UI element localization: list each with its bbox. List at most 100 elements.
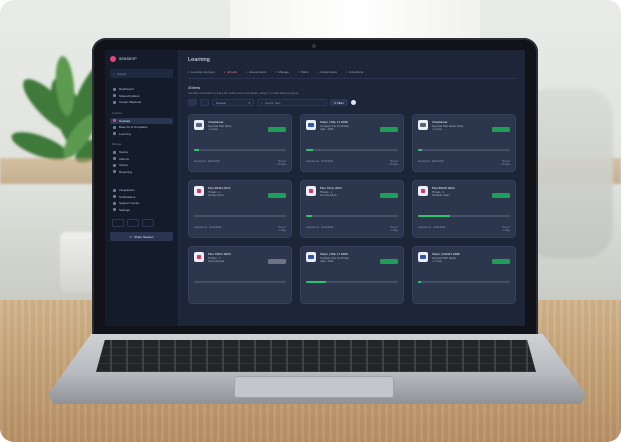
card-footer: Created by · 20/11/2023 Time in 1.5 days [418, 160, 510, 166]
card-footer-left: Created by · 20/11/2023 [194, 160, 220, 163]
main-panel: Learning ▪ Learning Journeys ▪ All Labs ▪ Ass… [179, 50, 525, 326]
sidebar-item-label: Settings [119, 207, 130, 212]
status-badge [492, 259, 510, 264]
team-icon [113, 150, 116, 154]
sidebar-groups: Dashboard Shared Folders Create Playbook Ac… [110, 86, 173, 175]
webcam [312, 44, 316, 48]
lab-search-placeholder: Search labs [264, 100, 281, 105]
sidebar-search[interactable]: ⌕ Search [110, 69, 173, 78]
lab-card[interactable]: Plus 89105 2023 Threats · 1 Hardware Team L… [412, 180, 516, 238]
search-icon: ⌕ [113, 71, 115, 76]
tool-doc-icon[interactable] [127, 219, 139, 227]
tab-assessments[interactable]: ▪ Assessments [246, 70, 266, 74]
progress-bar [194, 149, 286, 151]
lab-card[interactable]: Plus 79mn 2024 Threats · 1 Security Admin L… [300, 180, 404, 238]
card-title: Plus 79101 2023 [208, 252, 231, 256]
kit-icon [113, 125, 116, 129]
photo-scene: SENSEOP ⌕ Search Dashboard Shared Folders… [0, 0, 621, 442]
progress-bar [306, 149, 398, 151]
lab-card[interactable]: Plus 79101 2023 Threats · 1 Setup planned [188, 246, 292, 304]
progress-bar [194, 215, 286, 217]
status-badge [268, 127, 286, 132]
filter-button[interactable]: ≡ Filter [330, 99, 348, 106]
list-view-button[interactable] [200, 99, 209, 106]
card-title: Plus 79mn 2024 [320, 186, 342, 190]
item-count: 30 items [188, 86, 201, 90]
graduation-icon [113, 132, 116, 136]
lab-icon [306, 186, 316, 196]
home-icon [113, 87, 116, 91]
progress-bar [418, 215, 510, 217]
tab-label: Collections [348, 70, 364, 74]
card-title: Cheatsheet [432, 120, 448, 124]
share-session-button[interactable]: ▭ Share Session [110, 232, 173, 241]
tab-all-labs[interactable]: ▪ All Labs [224, 70, 237, 74]
sidebar-bottom-links: Integrations Notifications Support Centre S… [110, 187, 173, 213]
sidebar-item-teams[interactable]: Teams [110, 149, 173, 156]
sidebar-item-label: Reporting [119, 169, 133, 174]
lab-icon [194, 252, 204, 262]
card-footer-right: Time in 1.5 days [501, 160, 510, 166]
token-icon [306, 120, 316, 130]
lab-card[interactable]: Plus 98421-0271 Threats · 1 Identity Admin… [188, 180, 292, 238]
help-icon [113, 201, 116, 205]
window-light [230, 0, 480, 40]
tab-bar: ▪ Learning Journeys ▪ All Labs ▪ Assessments ▪… [188, 70, 516, 79]
sidebar-item-create-playbook[interactable]: Create Playbook [110, 99, 173, 106]
sidebar-item-settings[interactable]: Settings [110, 207, 173, 214]
card-footer-left: Launched at · 19/11/2023 [306, 226, 334, 229]
card-footer-right: Time in 2 days [278, 226, 286, 232]
sidebar-item-label: Courses [119, 118, 131, 123]
card-footer: Created by · 20/11/2023 Time in 1.5 days [194, 160, 286, 166]
lab-card[interactable]: Token | FACET 2008 Keycloak SSO Realm + 2 … [412, 246, 516, 304]
token-icon [418, 252, 428, 262]
status-badge [268, 259, 286, 264]
card-footer-right-value: 2 days [390, 229, 398, 232]
sidebar-item-virtual[interactable]: Virtual [110, 162, 173, 169]
tab-icon: ▪ [345, 70, 347, 74]
lab-card[interactable]: Token | SSL 17.2009 Configure SSL Cert/Ch… [300, 246, 404, 304]
hint-text: Use filters and search to find a lab. Se… [188, 92, 300, 95]
tab-learning-journeys[interactable]: ▪ Learning Journeys [188, 70, 215, 74]
lab-card[interactable]: Cheatsheet Keycloak SSO Realm Setup + 3 mo… [412, 114, 516, 172]
card-title: Plus 89105 2023 [432, 186, 455, 190]
sidebar-item-reporting[interactable]: Reporting [110, 169, 173, 176]
laptop-screen: SENSEOP ⌕ Search Dashboard Shared Folders… [105, 50, 525, 326]
status-badge [492, 193, 510, 198]
lab-card[interactable]: Token | SSL 17.2008 Configure SSL Cert/Ch… [300, 114, 404, 172]
progress-bar [306, 215, 398, 217]
bell-icon [113, 195, 116, 199]
card-footer-left: Launched at · 20/11/2023 [306, 160, 334, 163]
document-icon [418, 120, 428, 130]
sidebar-item-support-centre[interactable]: Support Centre [110, 200, 173, 207]
card-title: Token | SSL 17.2008 [320, 120, 348, 124]
brand-name: SENSEOP [119, 57, 137, 61]
sidebar-item-dashboard[interactable]: Dashboard [110, 86, 173, 93]
card-title: Token | FACET 2008 [432, 252, 460, 256]
filter-icon: ≡ [334, 100, 337, 105]
progress-bar [418, 281, 510, 283]
sort-dropdown[interactable]: Newest ▾ [212, 99, 254, 106]
sidebar-item-base-kit-templates[interactable]: Base Kit & Templates [110, 124, 173, 131]
tab-paths[interactable]: ▪ Paths [298, 70, 308, 74]
tool-share-icon[interactable] [142, 219, 154, 227]
tab-assignments[interactable]: ▪ Assignments [317, 70, 337, 74]
progress-fill [306, 215, 312, 217]
sidebar-item-integrations[interactable]: Integrations [110, 187, 173, 194]
sidebar-item-label: Dashboard [119, 87, 134, 92]
progress-bar [306, 281, 398, 283]
lab-icon [194, 186, 204, 196]
tab-manage[interactable]: ▪ Manage [275, 70, 288, 74]
tool-grid-icon[interactable] [112, 219, 124, 227]
lab-card[interactable]: Cheatsheet Keycloak SSO Setup + 4 more Crea… [188, 114, 292, 172]
tab-label: Assessments [249, 70, 267, 74]
sidebar-item-label: Shared Folders [119, 93, 140, 98]
admin-icon [113, 157, 116, 161]
plug-icon [113, 188, 116, 192]
tab-collections[interactable]: ▪ Collections [346, 70, 363, 74]
sidebar-item-learning[interactable]: Learning [110, 131, 173, 138]
info-icon[interactable] [351, 100, 356, 105]
grid-view-button[interactable] [188, 99, 197, 106]
lab-search-input[interactable]: ⌕ Search labs [257, 99, 327, 106]
keyboard-rows [96, 340, 536, 372]
